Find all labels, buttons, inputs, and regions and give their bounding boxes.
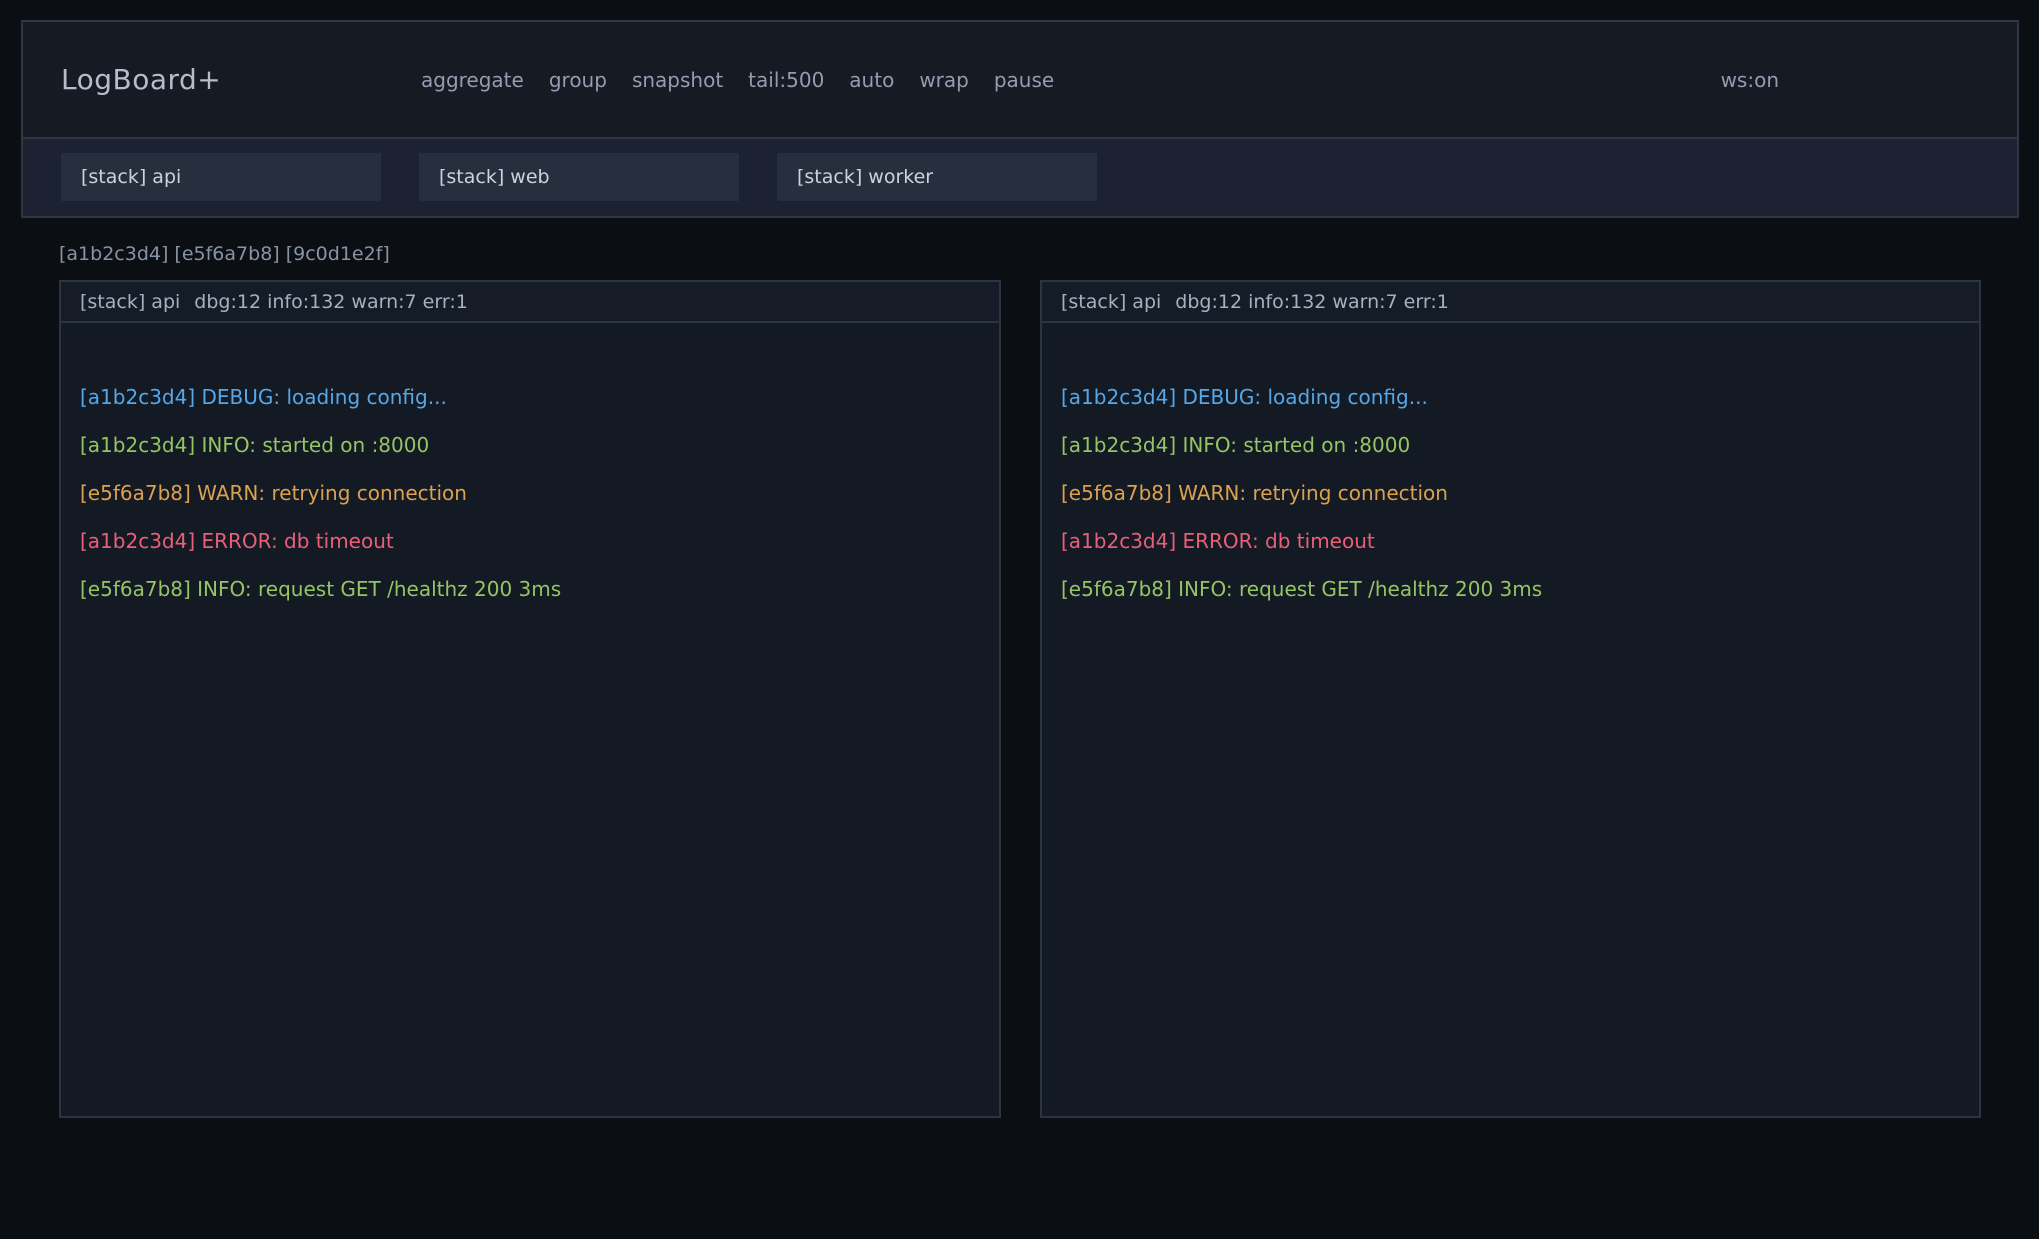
menu-item-wrap[interactable]: wrap: [919, 68, 969, 92]
log-line: [a1b2c3d4] DEBUG: loading config...: [1061, 373, 1960, 421]
log-line: [a1b2c3d4] ERROR: db timeout: [80, 517, 980, 565]
log-output[interactable]: [a1b2c3d4] DEBUG: loading config... [a1b…: [1042, 323, 1979, 663]
app-title: LogBoard+: [61, 63, 421, 96]
tab-stack-web[interactable]: [stack] web: [419, 153, 739, 201]
log-line: [e5f6a7b8] INFO: request GET /healthz 20…: [1061, 565, 1960, 613]
log-line: [e5f6a7b8] WARN: retrying connection: [1061, 469, 1960, 517]
menu-item-auto[interactable]: auto: [849, 68, 894, 92]
log-line: [e5f6a7b8] INFO: request GET /healthz 20…: [80, 565, 980, 613]
tab-stack-api[interactable]: [stack] api: [61, 153, 381, 201]
websocket-status-toggle[interactable]: ws:on: [1721, 68, 1779, 92]
log-panel-left-header: [stack] api dbg:12 info:132 warn:7 err:1: [61, 282, 999, 323]
log-output[interactable]: [a1b2c3d4] DEBUG: loading config... [a1b…: [61, 323, 999, 663]
menu-item-pause[interactable]: pause: [994, 68, 1054, 92]
log-line: [e5f6a7b8] WARN: retrying connection: [80, 469, 980, 517]
menu-item-snapshot[interactable]: snapshot: [632, 68, 723, 92]
panel-title: [stack] api: [80, 291, 180, 313]
log-panel-right-header: [stack] api dbg:12 info:132 warn:7 err:1: [1042, 282, 1979, 323]
panel-log-counts: dbg:12 info:132 warn:7 err:1: [194, 291, 468, 313]
menu-item-group[interactable]: group: [549, 68, 607, 92]
log-line: [a1b2c3d4] DEBUG: loading config...: [80, 373, 980, 421]
log-panel-right: [stack] api dbg:12 info:132 warn:7 err:1…: [1040, 280, 1981, 1118]
menu-item-aggregate[interactable]: aggregate: [421, 68, 524, 92]
title-bar: LogBoard+ aggregate group snapshot tail:…: [23, 22, 2017, 137]
panel-title: [stack] api: [1061, 291, 1161, 313]
tab-stack-worker[interactable]: [stack] worker: [777, 153, 1097, 201]
stack-tab-bar: [stack] api [stack] web [stack] worker: [23, 137, 2017, 216]
log-line: [a1b2c3d4] ERROR: db timeout: [1061, 517, 1960, 565]
log-line: [a1b2c3d4] INFO: started on :8000: [80, 421, 980, 469]
log-panel-left: [stack] api dbg:12 info:132 warn:7 err:1…: [59, 280, 1001, 1118]
menu-item-tail[interactable]: tail:500: [748, 68, 824, 92]
header: LogBoard+ aggregate group snapshot tail:…: [21, 20, 2019, 218]
panel-log-counts: dbg:12 info:132 warn:7 err:1: [1175, 291, 1449, 313]
trace-id-list: [a1b2c3d4] [e5f6a7b8] [9c0d1e2f]: [59, 243, 390, 265]
log-line: [a1b2c3d4] INFO: started on :8000: [1061, 421, 1960, 469]
toolbar-menu: aggregate group snapshot tail:500 auto w…: [421, 68, 1054, 92]
